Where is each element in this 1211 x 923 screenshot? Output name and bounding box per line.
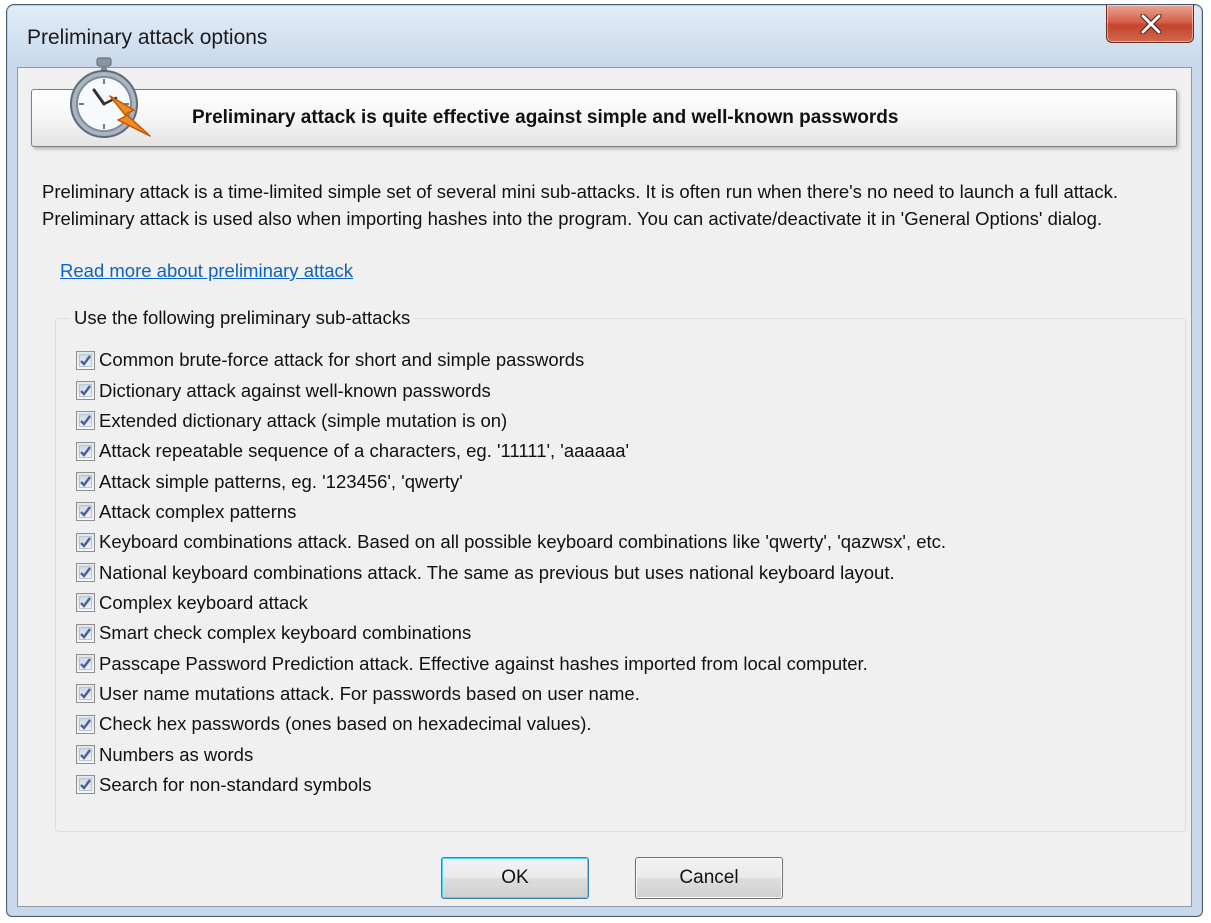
sub-attack-option[interactable]: Smart check complex keyboard combination… — [76, 618, 946, 648]
option-label: Extended dictionary attack (simple mutat… — [99, 409, 508, 431]
sub-attack-option[interactable]: Passcape Password Prediction attack. Eff… — [76, 648, 946, 678]
checkmark-icon — [80, 779, 91, 791]
window-title: Preliminary attack options — [27, 26, 268, 49]
option-label: Dictionary attack against well-known pas… — [99, 379, 491, 401]
title-bar[interactable]: Preliminary attack options — [7, 5, 1202, 67]
description-text: Preliminary attack is a time-limited sim… — [42, 181, 1118, 229]
checkmark-icon — [80, 445, 91, 457]
option-label: Check hex passwords (ones based on hexad… — [99, 713, 592, 735]
checkbox[interactable] — [76, 745, 95, 765]
checkbox[interactable] — [76, 654, 95, 674]
checkmark-icon — [80, 537, 91, 548]
sub-attack-option[interactable]: Numbers as words — [76, 739, 946, 769]
checkbox[interactable] — [76, 775, 95, 795]
checkbox[interactable] — [76, 350, 95, 370]
checkbox[interactable] — [76, 532, 95, 552]
checkmark-icon — [80, 354, 91, 366]
option-label: Attack repeatable sequence of a characte… — [99, 440, 630, 462]
sub-attack-option[interactable]: User name mutations attack. For password… — [76, 679, 946, 709]
sub-attack-option[interactable]: Attack repeatable sequence of a characte… — [76, 436, 946, 466]
group-legend: Use the following preliminary sub-attack… — [70, 307, 415, 329]
ok-button[interactable]: OK — [441, 857, 589, 899]
sub-attack-option[interactable]: Attack simple patterns, eg. '123456', 'q… — [76, 466, 946, 496]
option-label: Attack simple patterns, eg. '123456', 'q… — [99, 470, 463, 492]
sub-attack-option[interactable]: Complex keyboard attack — [76, 588, 946, 618]
sub-attack-option[interactable]: Dictionary attack against well-known pas… — [76, 375, 946, 405]
sub-attack-option[interactable]: Search for non-standard symbols — [76, 770, 946, 800]
checkbox[interactable] — [76, 563, 95, 583]
checkmark-icon — [80, 688, 91, 700]
sub-attack-option[interactable]: Check hex passwords (ones based on hexad… — [76, 709, 946, 739]
checkmark-icon — [80, 628, 91, 639]
checkmark-icon — [80, 567, 91, 578]
dialog-client-area: Preliminary attack is quite effective ag… — [17, 57, 1192, 907]
read-more-link[interactable]: Read more about preliminary attack — [60, 260, 353, 282]
banner-text: Preliminary attack is quite effective ag… — [192, 107, 899, 128]
stopwatch-lightning-icon — [70, 57, 151, 138]
info-banner: Preliminary attack is quite effective ag… — [31, 89, 1177, 147]
sub-attack-option[interactable]: Attack complex patterns — [76, 497, 946, 527]
checkmark-icon — [80, 506, 91, 518]
sub-attack-option[interactable]: Extended dictionary attack (simple mutat… — [76, 406, 946, 436]
option-label: Search for non-standard symbols — [99, 773, 372, 795]
dialog-window: Preliminary attack options Preliminary a… — [6, 4, 1203, 917]
close-button[interactable] — [1106, 5, 1194, 43]
option-label: Passcape Password Prediction attack. Eff… — [99, 652, 868, 674]
checkbox[interactable] — [76, 381, 95, 401]
checkbox[interactable] — [76, 623, 95, 643]
checkmark-icon — [80, 476, 91, 487]
sub-attack-list: Common brute-force attack for short and … — [76, 345, 946, 800]
option-label: Complex keyboard attack — [99, 591, 308, 613]
sub-attack-option[interactable]: Keyboard combinations attack. Based on a… — [76, 527, 946, 557]
option-label: National keyboard combinations attack. T… — [99, 561, 895, 583]
checkbox[interactable] — [76, 472, 95, 492]
checkbox[interactable] — [76, 593, 95, 613]
checkmark-icon — [80, 385, 91, 396]
checkbox[interactable] — [76, 411, 95, 431]
checkmark-icon — [80, 719, 91, 730]
option-label: Smart check complex keyboard combination… — [99, 622, 472, 644]
checkmark-icon — [80, 597, 91, 609]
checkmark-icon — [80, 415, 91, 427]
checkbox[interactable] — [76, 714, 95, 734]
checkbox[interactable] — [76, 684, 95, 704]
checkmark-icon — [80, 658, 91, 669]
checkbox[interactable] — [76, 502, 95, 522]
checkbox[interactable] — [76, 441, 95, 461]
option-label: User name mutations attack. For password… — [99, 682, 640, 704]
sub-attack-option[interactable]: Common brute-force attack for short and … — [76, 345, 946, 375]
option-label: Numbers as words — [99, 743, 254, 765]
cancel-button[interactable]: Cancel — [635, 857, 783, 899]
sub-attack-option[interactable]: National keyboard combinations attack. T… — [76, 557, 946, 587]
option-label: Attack complex patterns — [99, 500, 297, 522]
option-label: Keyboard combinations attack. Based on a… — [99, 531, 947, 553]
close-icon — [1140, 14, 1162, 34]
option-label: Common brute-force attack for short and … — [99, 349, 585, 371]
checkmark-icon — [80, 749, 91, 760]
sub-attacks-group: Use the following preliminary sub-attack… — [55, 307, 1186, 832]
